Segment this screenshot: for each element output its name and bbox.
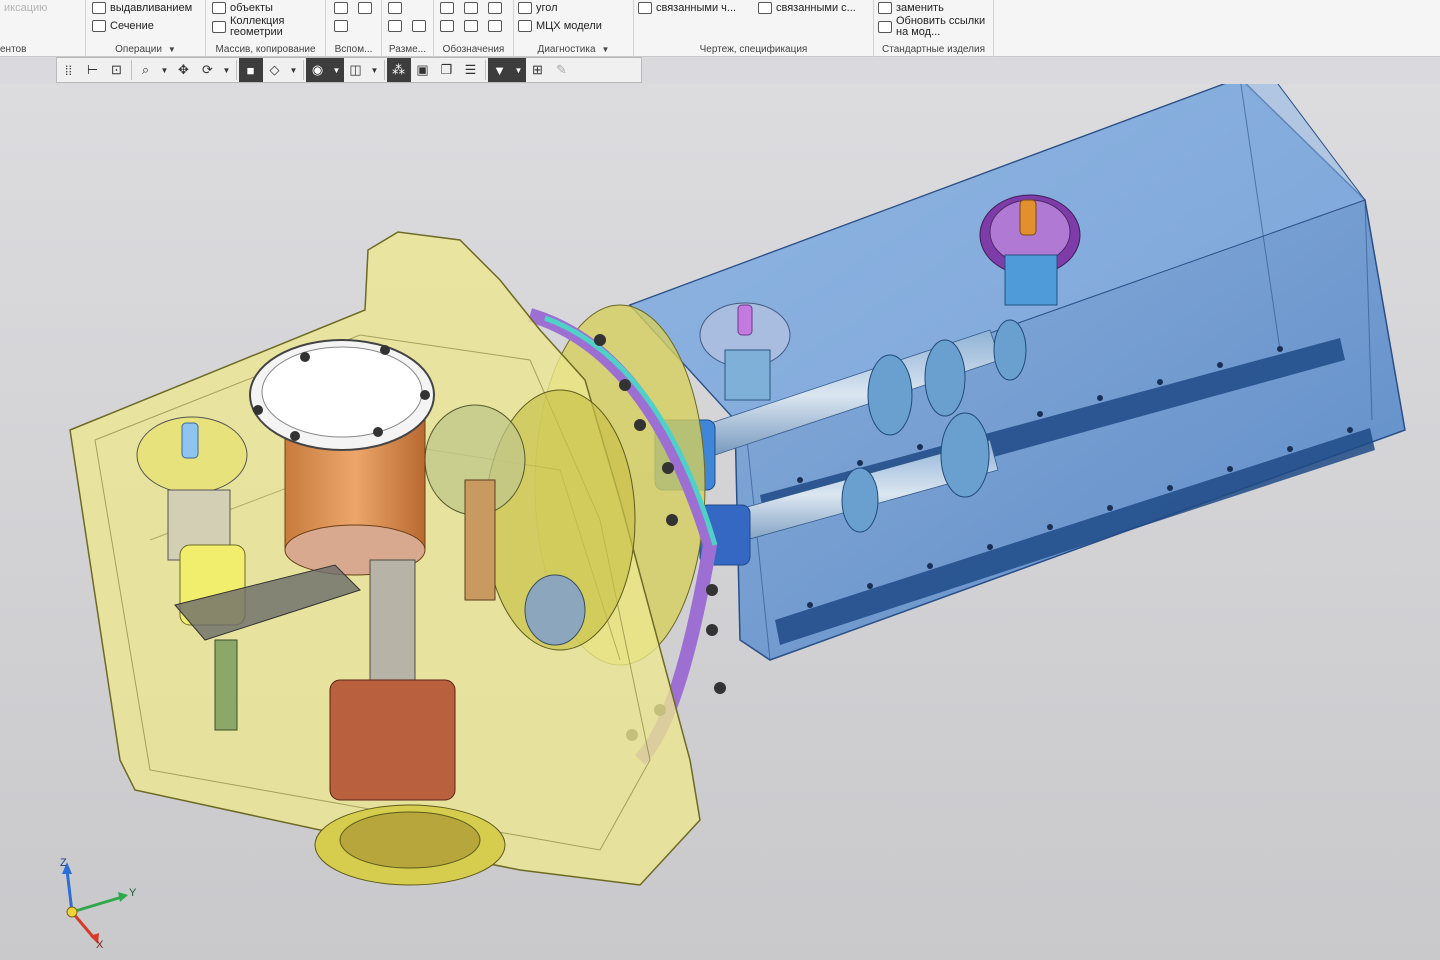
eyedropper-icon[interactable]: ✎ [550, 58, 574, 82]
local-cs-icon[interactable]: ⊡ [105, 58, 129, 82]
orbit-icon[interactable]: ⟳ [196, 58, 220, 82]
oil-tank [628, 77, 1406, 661]
axis-z-label: Z [60, 857, 67, 869]
group-designations: Обозначения [434, 0, 514, 57]
section-button[interactable]: Сечение [92, 20, 154, 32]
group-standard-parts: заменить Обновить ссылки на мод... Станд… [874, 0, 994, 57]
zoom-icon[interactable]: ⌕ [134, 58, 158, 82]
tolerance-icon[interactable] [464, 20, 478, 32]
replace-button[interactable]: заменить [878, 2, 944, 14]
wireframe-icon[interactable]: ◇ [263, 58, 287, 82]
display-dropdown-icon[interactable]: ▼ [287, 58, 301, 82]
update-icon [878, 21, 892, 33]
axis-cs-icon[interactable]: ⊢ [81, 58, 105, 82]
linked-specs-button[interactable]: связанными с... [758, 2, 856, 14]
spec-icon [758, 2, 772, 14]
replace-icon [878, 2, 892, 14]
angle-dim-icon[interactable] [388, 20, 402, 32]
base-icon[interactable] [440, 20, 454, 32]
group-drawing-spec: связанными ч... связанными с... Чертеж, … [634, 0, 874, 57]
filter-icon[interactable]: ▼ [488, 58, 512, 82]
mark-icon[interactable] [488, 20, 502, 32]
leader-icon[interactable] [488, 2, 502, 14]
group-title: Операции ▼ [115, 44, 176, 55]
hide-icon[interactable]: ◉ [306, 58, 330, 82]
linked-drawings-button[interactable]: связанными ч... [638, 2, 736, 14]
group-title: Диагностика ▼ [537, 44, 610, 55]
properties-icon[interactable]: ☰ [459, 58, 483, 82]
group-operations: выдавливанием Сечение Операции ▼ [86, 0, 206, 57]
section-icon [92, 20, 106, 32]
group-components: ентов [0, 0, 86, 57]
drawing-icon [638, 2, 652, 14]
mass-properties-button[interactable]: МЦХ модели [518, 20, 602, 32]
group-diagnostics: угол МЦХ модели Диагностика ▼ [514, 0, 634, 57]
collection-icon [212, 21, 226, 33]
dimension-icon[interactable] [388, 2, 402, 14]
filter-dropdown-icon[interactable]: ▼ [512, 58, 526, 82]
section-dropdown-icon[interactable]: ▼ [368, 58, 382, 82]
axis-x-label: X [96, 939, 104, 951]
group-title: ентов [0, 44, 27, 55]
mass-properties-icon [518, 20, 532, 32]
objects-icon [212, 2, 226, 14]
grip-icon[interactable]: ⁞⁞ [57, 58, 81, 82]
point-icon[interactable] [358, 2, 372, 14]
group-aux: Вспом... [326, 0, 382, 57]
angle-icon [518, 2, 532, 14]
group-title: Чертеж, спецификация [699, 44, 808, 55]
assembly-model: Z Y X [60, 77, 1406, 951]
pan-icon[interactable]: ✥ [172, 58, 196, 82]
plane-icon[interactable] [334, 2, 348, 14]
sheet-icon[interactable]: ⊞ [526, 58, 550, 82]
weld-icon[interactable] [464, 2, 478, 14]
roughness-icon[interactable] [440, 2, 454, 14]
select-filter-icon[interactable]: ⁂ [387, 58, 411, 82]
group-title: Массив, копирование [215, 44, 316, 55]
update-links-button[interactable]: Обновить ссылки на мод... [878, 16, 988, 38]
show-all-icon[interactable]: ▣ [411, 58, 435, 82]
group-array: объекты Коллекция геометрии Массив, копи… [206, 0, 326, 57]
zoom-dropdown-icon[interactable]: ▼ [158, 58, 172, 82]
model-viewport[interactable]: Z Y X [0, 77, 1440, 960]
extrude-button[interactable]: выдавливанием [92, 2, 192, 14]
orbit-dropdown-icon[interactable]: ▼ [220, 58, 234, 82]
shaded-icon[interactable]: ■ [239, 58, 263, 82]
radial-dim-icon[interactable] [412, 20, 426, 32]
view-toolbar: ⁞⁞ ⊢ ⊡ ⌕ ▼ ✥ ⟳ ▼ ■ ◇ ▼ ◉ ▼ ◫ ▼ ⁂ ▣ ❒ ☰ ▼… [56, 57, 642, 83]
hide-dropdown-icon[interactable]: ▼ [330, 58, 344, 82]
axis-y-label: Y [129, 887, 137, 899]
group-title: Обозначения [442, 44, 505, 55]
group-title: Разме... [388, 44, 427, 55]
group-title: Вспом... [334, 44, 373, 55]
angle-button[interactable]: угол [518, 2, 558, 14]
ribbon: иксацию ентов выдавливанием Сечение Опер… [0, 0, 1440, 57]
axis-icon[interactable] [334, 20, 348, 32]
axis-triad: Z Y X [60, 857, 137, 951]
section-view-icon[interactable]: ◫ [344, 58, 368, 82]
group-title: Стандартные изделия [882, 44, 985, 55]
group-dimensions: Разме... [382, 0, 434, 57]
objects-button[interactable]: объекты [212, 2, 273, 14]
layers-icon[interactable]: ❒ [435, 58, 459, 82]
extrude-icon [92, 2, 106, 14]
geometry-collection-button[interactable]: Коллекция геометрии [212, 16, 294, 38]
